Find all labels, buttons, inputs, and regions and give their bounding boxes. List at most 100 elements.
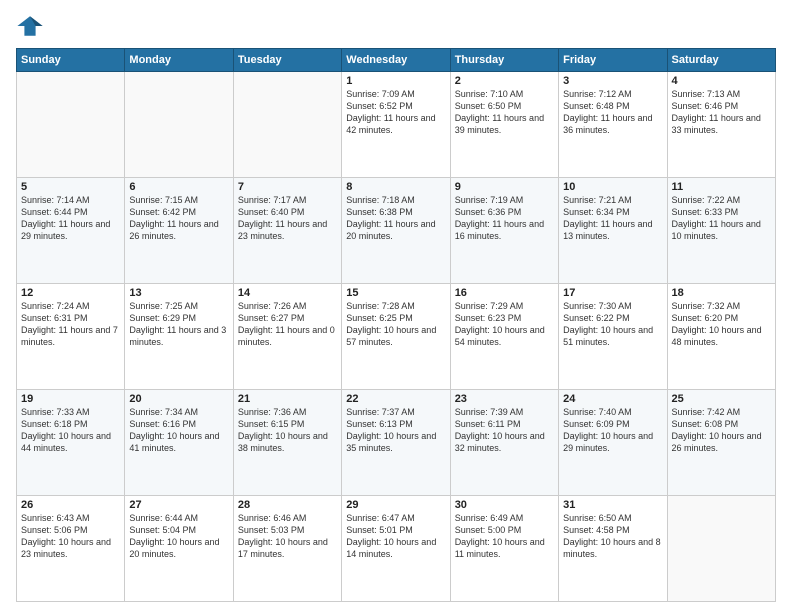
calendar-cell: 26Sunrise: 6:43 AM Sunset: 5:06 PM Dayli… [17,496,125,602]
day-info: Sunrise: 7:18 AM Sunset: 6:38 PM Dayligh… [346,194,445,243]
weekday-header: Wednesday [342,49,450,72]
day-info: Sunrise: 6:47 AM Sunset: 5:01 PM Dayligh… [346,512,445,561]
calendar-week-row: 19Sunrise: 7:33 AM Sunset: 6:18 PM Dayli… [17,390,776,496]
day-number: 20 [129,393,228,405]
calendar-cell: 30Sunrise: 6:49 AM Sunset: 5:00 PM Dayli… [450,496,558,602]
day-info: Sunrise: 7:34 AM Sunset: 6:16 PM Dayligh… [129,406,228,455]
day-info: Sunrise: 7:14 AM Sunset: 6:44 PM Dayligh… [21,194,120,243]
calendar-cell: 9Sunrise: 7:19 AM Sunset: 6:36 PM Daylig… [450,178,558,284]
calendar-week-row: 12Sunrise: 7:24 AM Sunset: 6:31 PM Dayli… [17,284,776,390]
calendar-cell: 2Sunrise: 7:10 AM Sunset: 6:50 PM Daylig… [450,72,558,178]
day-number: 14 [238,287,337,299]
day-number: 22 [346,393,445,405]
calendar-cell: 27Sunrise: 6:44 AM Sunset: 5:04 PM Dayli… [125,496,233,602]
day-info: Sunrise: 7:09 AM Sunset: 6:52 PM Dayligh… [346,88,445,137]
calendar-cell: 8Sunrise: 7:18 AM Sunset: 6:38 PM Daylig… [342,178,450,284]
day-info: Sunrise: 7:15 AM Sunset: 6:42 PM Dayligh… [129,194,228,243]
logo [16,12,48,40]
calendar-cell: 7Sunrise: 7:17 AM Sunset: 6:40 PM Daylig… [233,178,341,284]
weekday-header: Thursday [450,49,558,72]
calendar-week-row: 5Sunrise: 7:14 AM Sunset: 6:44 PM Daylig… [17,178,776,284]
day-number: 7 [238,181,337,193]
day-info: Sunrise: 7:19 AM Sunset: 6:36 PM Dayligh… [455,194,554,243]
day-number: 11 [672,181,771,193]
day-number: 8 [346,181,445,193]
calendar-cell: 22Sunrise: 7:37 AM Sunset: 6:13 PM Dayli… [342,390,450,496]
day-info: Sunrise: 6:46 AM Sunset: 5:03 PM Dayligh… [238,512,337,561]
calendar-cell [667,496,775,602]
day-info: Sunrise: 7:13 AM Sunset: 6:46 PM Dayligh… [672,88,771,137]
day-number: 27 [129,499,228,511]
calendar-cell [125,72,233,178]
calendar-cell: 3Sunrise: 7:12 AM Sunset: 6:48 PM Daylig… [559,72,667,178]
day-number: 30 [455,499,554,511]
weekday-header: Monday [125,49,233,72]
calendar-cell: 25Sunrise: 7:42 AM Sunset: 6:08 PM Dayli… [667,390,775,496]
weekday-header: Friday [559,49,667,72]
calendar-week-row: 1Sunrise: 7:09 AM Sunset: 6:52 PM Daylig… [17,72,776,178]
calendar-header-row: SundayMondayTuesdayWednesdayThursdayFrid… [17,49,776,72]
day-number: 17 [563,287,662,299]
day-info: Sunrise: 7:37 AM Sunset: 6:13 PM Dayligh… [346,406,445,455]
calendar-cell: 4Sunrise: 7:13 AM Sunset: 6:46 PM Daylig… [667,72,775,178]
day-info: Sunrise: 7:28 AM Sunset: 6:25 PM Dayligh… [346,300,445,349]
calendar-week-row: 26Sunrise: 6:43 AM Sunset: 5:06 PM Dayli… [17,496,776,602]
day-number: 31 [563,499,662,511]
calendar-cell: 14Sunrise: 7:26 AM Sunset: 6:27 PM Dayli… [233,284,341,390]
calendar-cell: 31Sunrise: 6:50 AM Sunset: 4:58 PM Dayli… [559,496,667,602]
day-info: Sunrise: 7:25 AM Sunset: 6:29 PM Dayligh… [129,300,228,349]
day-number: 10 [563,181,662,193]
day-number: 13 [129,287,228,299]
day-number: 21 [238,393,337,405]
calendar-cell: 17Sunrise: 7:30 AM Sunset: 6:22 PM Dayli… [559,284,667,390]
day-number: 9 [455,181,554,193]
day-number: 23 [455,393,554,405]
day-number: 4 [672,75,771,87]
day-number: 25 [672,393,771,405]
day-info: Sunrise: 7:42 AM Sunset: 6:08 PM Dayligh… [672,406,771,455]
logo-icon [16,12,44,40]
day-number: 15 [346,287,445,299]
header [16,12,776,40]
calendar-cell: 29Sunrise: 6:47 AM Sunset: 5:01 PM Dayli… [342,496,450,602]
page: SundayMondayTuesdayWednesdayThursdayFrid… [0,0,792,612]
day-number: 19 [21,393,120,405]
day-number: 2 [455,75,554,87]
day-number: 3 [563,75,662,87]
day-info: Sunrise: 7:29 AM Sunset: 6:23 PM Dayligh… [455,300,554,349]
calendar-cell: 19Sunrise: 7:33 AM Sunset: 6:18 PM Dayli… [17,390,125,496]
day-info: Sunrise: 7:10 AM Sunset: 6:50 PM Dayligh… [455,88,554,137]
day-info: Sunrise: 6:50 AM Sunset: 4:58 PM Dayligh… [563,512,662,561]
calendar-cell: 13Sunrise: 7:25 AM Sunset: 6:29 PM Dayli… [125,284,233,390]
day-info: Sunrise: 6:44 AM Sunset: 5:04 PM Dayligh… [129,512,228,561]
day-info: Sunrise: 7:30 AM Sunset: 6:22 PM Dayligh… [563,300,662,349]
calendar-cell [17,72,125,178]
calendar-cell: 28Sunrise: 6:46 AM Sunset: 5:03 PM Dayli… [233,496,341,602]
day-number: 12 [21,287,120,299]
calendar-cell: 18Sunrise: 7:32 AM Sunset: 6:20 PM Dayli… [667,284,775,390]
day-info: Sunrise: 7:26 AM Sunset: 6:27 PM Dayligh… [238,300,337,349]
weekday-header: Tuesday [233,49,341,72]
day-info: Sunrise: 7:21 AM Sunset: 6:34 PM Dayligh… [563,194,662,243]
day-number: 18 [672,287,771,299]
calendar-cell: 12Sunrise: 7:24 AM Sunset: 6:31 PM Dayli… [17,284,125,390]
day-info: Sunrise: 7:24 AM Sunset: 6:31 PM Dayligh… [21,300,120,349]
calendar-cell: 23Sunrise: 7:39 AM Sunset: 6:11 PM Dayli… [450,390,558,496]
calendar-cell [233,72,341,178]
day-info: Sunrise: 7:36 AM Sunset: 6:15 PM Dayligh… [238,406,337,455]
calendar-body: 1Sunrise: 7:09 AM Sunset: 6:52 PM Daylig… [17,72,776,602]
day-number: 29 [346,499,445,511]
day-info: Sunrise: 7:12 AM Sunset: 6:48 PM Dayligh… [563,88,662,137]
day-number: 24 [563,393,662,405]
calendar-cell: 15Sunrise: 7:28 AM Sunset: 6:25 PM Dayli… [342,284,450,390]
calendar: SundayMondayTuesdayWednesdayThursdayFrid… [16,48,776,602]
day-number: 28 [238,499,337,511]
calendar-cell: 20Sunrise: 7:34 AM Sunset: 6:16 PM Dayli… [125,390,233,496]
day-info: Sunrise: 7:40 AM Sunset: 6:09 PM Dayligh… [563,406,662,455]
weekday-header: Sunday [17,49,125,72]
calendar-cell: 11Sunrise: 7:22 AM Sunset: 6:33 PM Dayli… [667,178,775,284]
calendar-cell: 21Sunrise: 7:36 AM Sunset: 6:15 PM Dayli… [233,390,341,496]
day-info: Sunrise: 7:22 AM Sunset: 6:33 PM Dayligh… [672,194,771,243]
day-number: 1 [346,75,445,87]
day-number: 16 [455,287,554,299]
